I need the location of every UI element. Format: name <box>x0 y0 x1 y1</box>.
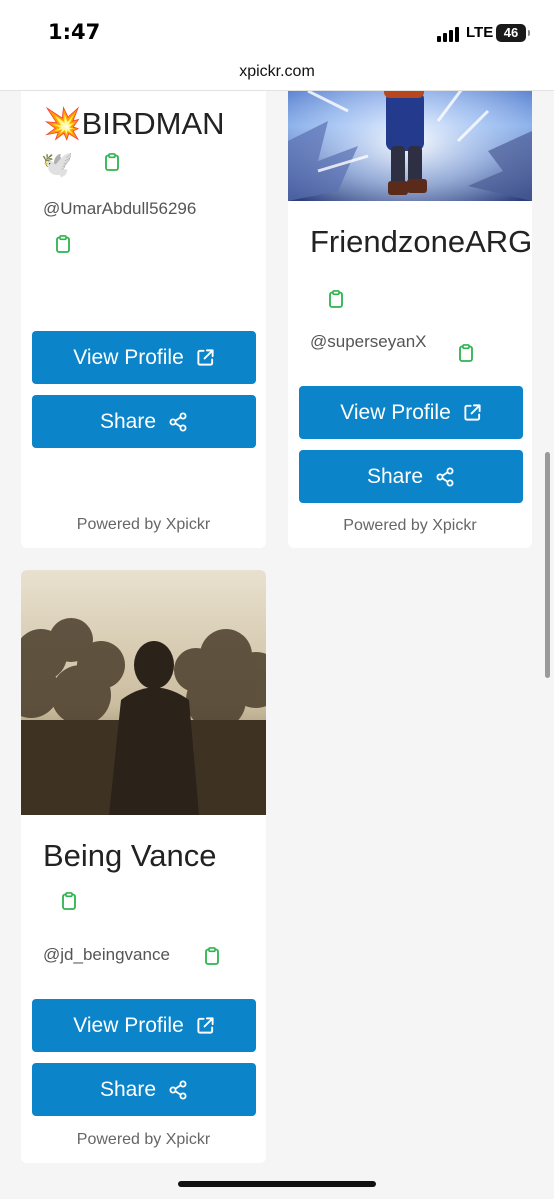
powered-by-text: Powered by Xpickr <box>76 516 211 533</box>
address-bar[interactable]: xpickr.com <box>0 60 554 91</box>
profile-handle: @jd_beingvance <box>43 945 170 964</box>
copy-name-icon[interactable] <box>62 892 76 910</box>
dove-emoji: 🕊️ <box>41 149 74 179</box>
external-link-icon <box>197 1017 214 1034</box>
profile-photo[interactable] <box>288 91 532 201</box>
profile-name: FriendzoneARG <box>310 224 532 259</box>
copy-handle-icon[interactable] <box>205 947 219 965</box>
status-bar: 1:47 LTE 46 <box>0 0 554 60</box>
share-label: Share <box>366 464 424 488</box>
share-icon <box>169 412 187 431</box>
view-profile-button[interactable]: View Profile <box>32 331 256 384</box>
profile-photo[interactable] <box>21 570 266 815</box>
home-indicator[interactable] <box>178 1181 376 1187</box>
battery-icon: 46 <box>496 24 530 42</box>
share-icon <box>169 1080 187 1099</box>
view-profile-button[interactable]: View Profile <box>299 386 523 439</box>
view-profile-label: View Profile <box>73 345 184 369</box>
external-link-icon <box>197 349 214 366</box>
page-content[interactable]: 💥BIRDMAN 🕊️ @UmarAbdull56296 View Profil… <box>0 91 554 1199</box>
copy-name-icon[interactable] <box>329 290 343 308</box>
external-link-icon <box>464 404 481 421</box>
share-button[interactable]: Share <box>299 450 523 503</box>
profile-name: Being Vance <box>43 838 217 873</box>
view-profile-button[interactable]: View Profile <box>32 999 256 1052</box>
profile-card: Being Vance @jd_beingvance View Profile … <box>21 570 266 1163</box>
copy-handle-icon[interactable] <box>56 235 70 253</box>
status-time: 1:47 <box>48 20 101 44</box>
profile-card: 💥BIRDMAN 🕊️ @UmarAbdull56296 View Profil… <box>21 91 266 548</box>
url-text: xpickr.com <box>239 63 315 80</box>
share-label: Share <box>99 1077 157 1101</box>
share-button[interactable]: Share <box>32 395 256 448</box>
profile-handle: @UmarAbdull56296 <box>43 199 197 218</box>
network-label: LTE <box>466 24 494 41</box>
profile-name: 💥BIRDMAN <box>43 106 225 141</box>
share-button[interactable]: Share <box>32 1063 256 1116</box>
view-profile-label: View Profile <box>73 1013 184 1037</box>
profile-handle: @superseyanX <box>310 332 427 351</box>
signal-icon <box>437 26 461 42</box>
copy-handle-icon[interactable] <box>459 344 473 362</box>
copy-name-icon[interactable] <box>105 153 119 171</box>
powered-by-text: Powered by Xpickr <box>343 517 477 534</box>
share-label: Share <box>99 409 157 433</box>
share-icon <box>436 467 454 486</box>
profile-card: FriendzoneARG @superseyanX View Profile … <box>288 91 532 548</box>
powered-by-text: Powered by Xpickr <box>76 1131 211 1148</box>
view-profile-label: View Profile <box>340 400 451 424</box>
scrollbar[interactable] <box>545 452 550 678</box>
